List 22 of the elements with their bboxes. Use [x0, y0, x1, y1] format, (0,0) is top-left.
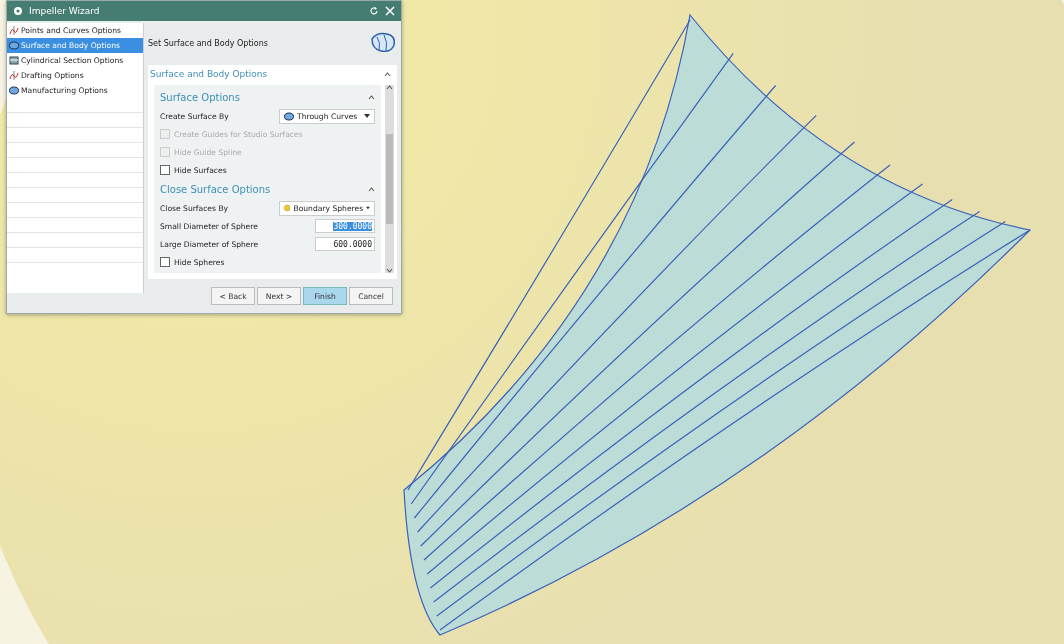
- curve-icon: [9, 71, 19, 80]
- window-title: Impeller Wizard: [29, 6, 101, 16]
- section-icon: [9, 56, 19, 65]
- surface-icon: [9, 86, 19, 95]
- chevron-icon: [384, 71, 391, 77]
- caret-icon: [364, 114, 370, 118]
- blade-icon: [369, 31, 397, 55]
- page-title: Set Surface and Body Options: [148, 38, 268, 48]
- chevron-icon: [368, 186, 375, 192]
- caret-icon: [366, 206, 370, 210]
- close-icon[interactable]: [385, 6, 395, 16]
- scrollbar[interactable]: [385, 85, 394, 273]
- sphere-icon: [284, 203, 291, 213]
- curve-icon: [9, 26, 19, 35]
- reset-icon[interactable]: [369, 6, 379, 16]
- number-field[interactable]: 600.0000: [315, 237, 375, 251]
- chevron-icon: [368, 94, 375, 100]
- scroll-down-icon[interactable]: [386, 268, 393, 273]
- surface-icon: [9, 41, 19, 50]
- surface-icon: [284, 111, 294, 121]
- gear-icon: [13, 6, 23, 16]
- scroll-up-icon[interactable]: [386, 85, 393, 90]
